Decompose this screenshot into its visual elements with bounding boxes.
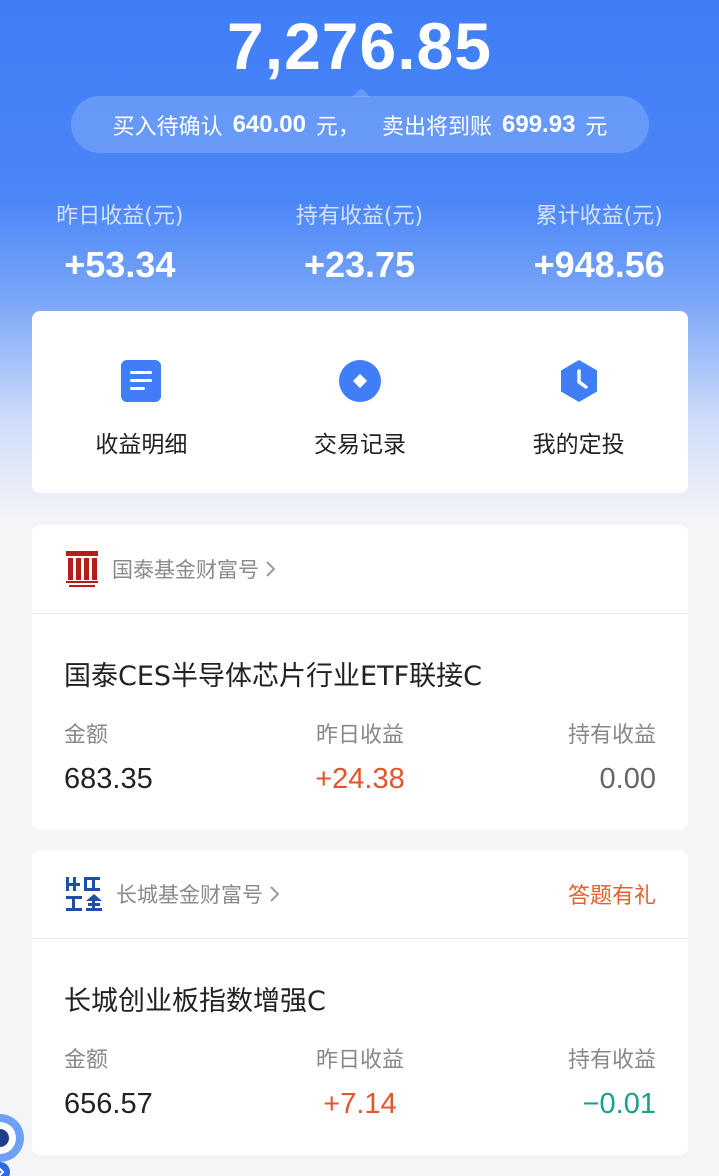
yesterday-earnings-value: +24.38 <box>315 763 405 795</box>
yesterday-earnings-label: 昨日收益 <box>315 1048 404 1073</box>
sell-pending-amount: 699.93 <box>502 110 576 138</box>
assistant-bubble-icon[interactable] <box>0 1108 30 1176</box>
earnings-detail-button[interactable]: 收益明细 <box>32 311 251 493</box>
stat-yesterday[interactable]: 昨日收益(元) +53.34 <box>0 198 240 286</box>
changcheng-logo <box>66 877 102 911</box>
holding-earnings-value: −0.01 <box>582 1088 656 1120</box>
fund-card[interactable]: 国泰基金财富号 国泰CES半导体芯片行业ETF联接C 金额 683.35 昨日收… <box>32 525 688 830</box>
fund-name: 国泰CES半导体芯片行业ETF联接C <box>64 661 482 692</box>
amount-value: 656.57 <box>64 1088 153 1120</box>
stat-value: +23.75 <box>303 244 416 285</box>
total-assets: 7,276.85 <box>227 9 492 83</box>
quiz-reward-link[interactable]: 答题有礼 <box>568 878 656 910</box>
chevron-right-icon <box>266 561 276 577</box>
fund-name: 长城创业板指数增强C <box>64 986 326 1017</box>
document-icon <box>121 360 162 402</box>
buy-pending-unit: 元， <box>315 114 360 140</box>
holding-earnings-label: 持有收益 <box>567 1048 656 1073</box>
card-header[interactable]: 国泰基金财富号 <box>32 525 688 614</box>
quick-action-label: 我的定投 <box>532 432 625 458</box>
yesterday-earnings-label: 昨日收益 <box>315 723 404 748</box>
quick-actions: 收益明细 交易记录 我的定投 <box>32 311 688 493</box>
holding-earnings-label: 持有收益 <box>567 723 656 748</box>
holding-earnings-column: 持有收益 0.00 <box>459 717 656 796</box>
amount-column: 金额 656.57 <box>64 1042 261 1121</box>
stat-value: +53.34 <box>64 244 176 285</box>
fund-figures: 金额 683.35 昨日收益 +24.38 持有收益 0.00 <box>32 693 688 796</box>
stat-cumulative[interactable]: 累计收益(元) +948.56 <box>479 198 719 286</box>
stat-value: +948.56 <box>533 244 665 285</box>
fund-card[interactable]: 长城基金财富号 答题有礼 长城创业板指数增强C 金额 656.57 昨日收益 +… <box>32 850 688 1155</box>
amount-label: 金额 <box>64 1048 109 1073</box>
chevron-right-icon <box>270 886 280 902</box>
sell-pending-unit: 元 <box>585 114 608 140</box>
amount-value: 683.35 <box>64 763 153 795</box>
clock-icon <box>560 360 597 402</box>
brand-name: 国泰基金财富号 <box>112 558 259 582</box>
holding-earnings-value: 0.00 <box>599 763 656 795</box>
holding-earnings-column: 持有收益 −0.01 <box>459 1042 656 1121</box>
card-header[interactable]: 长城基金财富号 答题有礼 <box>32 850 688 939</box>
stat-label: 持有收益(元) <box>295 204 424 229</box>
buy-pending-label: 买入待确认 <box>112 114 223 140</box>
guotai-logo <box>66 551 98 587</box>
pending-transactions-pill[interactable]: 买入待确认 640.00 元， 卖出将到账 699.93 元 <box>71 96 649 153</box>
earnings-stats: 昨日收益(元) +53.34 持有收益(元) +23.75 累计收益(元) +9… <box>0 198 719 286</box>
brand-name: 长城基金财富号 <box>116 883 263 907</box>
yesterday-earnings-column: 昨日收益 +24.38 <box>261 717 458 796</box>
sell-pending-label: 卖出将到账 <box>382 114 493 140</box>
amount-label: 金额 <box>64 723 109 748</box>
record-icon <box>339 360 381 402</box>
fund-figures: 金额 656.57 昨日收益 +7.14 持有收益 −0.01 <box>32 1018 688 1121</box>
buy-pending-amount: 640.00 <box>232 110 306 138</box>
transaction-records-button[interactable]: 交易记录 <box>251 311 470 493</box>
quick-action-label: 收益明细 <box>95 432 188 458</box>
stat-label: 昨日收益(元) <box>56 204 184 229</box>
stat-label: 累计收益(元) <box>535 204 663 229</box>
quick-action-label: 交易记录 <box>314 432 406 458</box>
yesterday-earnings-column: 昨日收益 +7.14 <box>261 1042 458 1121</box>
amount-column: 金额 683.35 <box>64 717 261 796</box>
yesterday-earnings-value: +7.14 <box>323 1088 397 1120</box>
stat-holding[interactable]: 持有收益(元) +23.75 <box>240 198 480 286</box>
my-investment-plan-button[interactable]: 我的定投 <box>469 311 688 493</box>
